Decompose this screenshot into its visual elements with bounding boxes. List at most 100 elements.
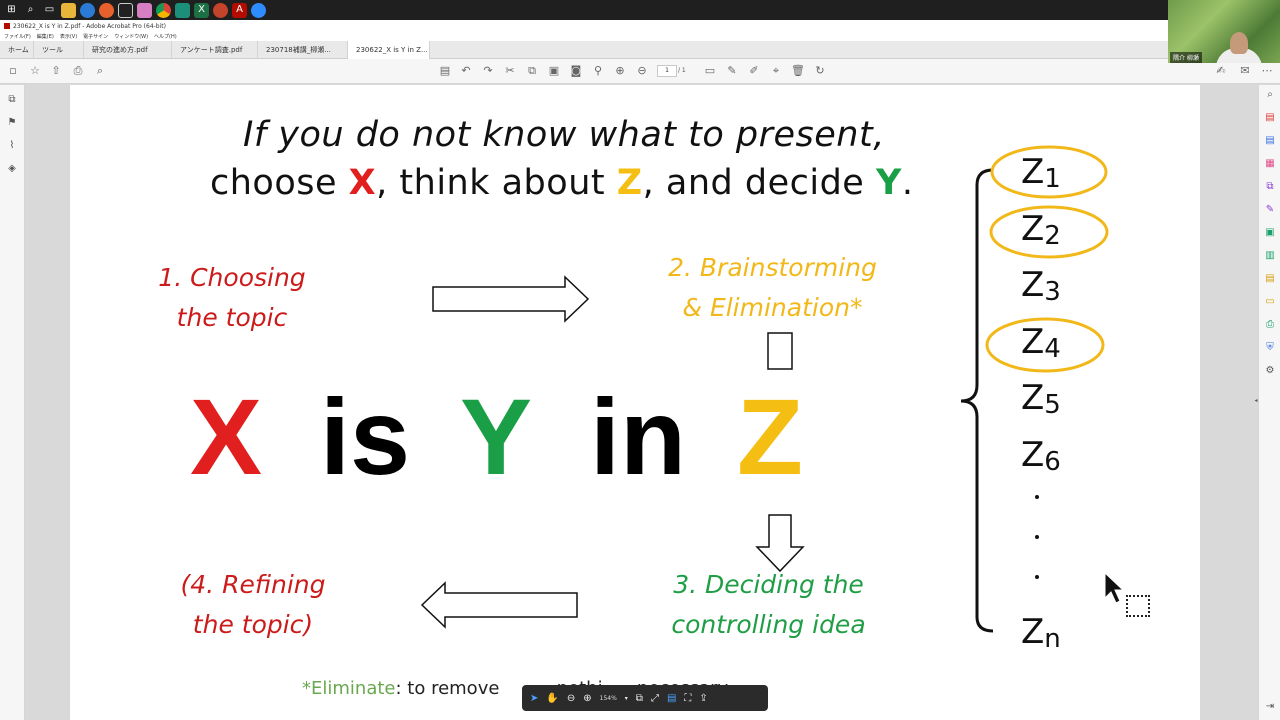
page-view-icon[interactable]: ⧉ — [636, 693, 643, 704]
select-cursor-icon[interactable]: ➤ — [530, 693, 538, 704]
step-1-line-1: 1. Choosing — [158, 263, 306, 292]
paste-icon[interactable]: ▣ — [547, 64, 561, 78]
arrow-down-shape — [755, 514, 805, 573]
page-down-icon[interactable]: ⊖ — [635, 64, 649, 78]
zoom-in-icon[interactable]: ⊕ — [583, 693, 591, 704]
highlight-icon[interactable]: ✐ — [747, 64, 761, 78]
slide-title-line-1: If you do not know what to present, — [243, 115, 885, 155]
menu-edit[interactable]: 編集(E) — [37, 33, 54, 40]
bookmarks-icon[interactable]: ⚑ — [6, 117, 18, 129]
zoom-icon[interactable] — [251, 2, 266, 18]
excel-icon[interactable]: X — [194, 2, 209, 18]
window-title-bar: 230622_X is Y in Z.pdf - Adobe Acrobat P… — [0, 20, 1168, 32]
print-production-icon[interactable]: ⎙ — [1264, 319, 1276, 331]
tab-document-active[interactable]: 230622_X is Y in Z... — [348, 41, 430, 59]
edit-pdf-icon[interactable]: ▤ — [438, 64, 452, 78]
edge-icon[interactable] — [80, 2, 95, 18]
powerpoint-icon[interactable] — [213, 2, 228, 18]
z-sub: n — [1044, 624, 1061, 654]
tab-document-2[interactable]: アンケート調査.pdf — [172, 41, 258, 59]
combine-icon[interactable]: ⧉ — [1264, 181, 1276, 193]
fill-sign-icon[interactable]: ✎ — [1264, 204, 1276, 216]
create-pdf-icon[interactable]: ▤ — [1264, 135, 1276, 147]
delete-icon[interactable]: 🗑 — [791, 64, 805, 78]
stamp-icon[interactable]: ⌖ — [769, 64, 783, 78]
floating-page-toolbar: ➤ ✋ ⊖ ⊕ 154% ▾ ⧉ ⤢ ▤ ⛶ ⇪ — [522, 685, 768, 711]
menu-esign[interactable]: 電子サイン — [83, 33, 108, 40]
save-icon[interactable]: ▫ — [6, 64, 20, 78]
bookmark-star-icon[interactable]: ☆ — [28, 64, 42, 78]
more-icon[interactable]: ⋯ — [1260, 64, 1274, 78]
layers-icon[interactable]: ◈ — [6, 163, 18, 175]
z-base: Z — [1021, 612, 1045, 652]
scan-icon[interactable]: ▥ — [1264, 250, 1276, 262]
inkscape-icon[interactable] — [118, 2, 133, 18]
menu-help[interactable]: ヘルプ(H) — [154, 33, 177, 40]
expand-panel-icon[interactable]: ⇥ — [1264, 701, 1276, 713]
find-icon[interactable]: ⚲ — [591, 64, 605, 78]
mouse-pointer-icon — [1104, 572, 1125, 604]
export-pdf-icon[interactable]: ▤ — [1264, 112, 1276, 124]
acrobat-icon[interactable]: A — [232, 2, 247, 18]
app-icon[interactable] — [137, 2, 152, 18]
attachments-icon[interactable]: ⌇ — [6, 140, 18, 152]
zoom-dropdown-icon[interactable]: ▾ — [625, 695, 628, 702]
snapshot-icon[interactable]: ◙ — [569, 64, 583, 78]
search-icon[interactable]: ⌕ — [23, 3, 38, 18]
copy-icon[interactable]: ⧉ — [525, 64, 539, 78]
z-sub: 4 — [1044, 334, 1061, 364]
menu-file[interactable]: ファイル(F) — [4, 33, 31, 40]
pen-icon[interactable]: ✎ — [725, 64, 739, 78]
protect-icon[interactable]: ⛨ — [1264, 342, 1276, 354]
page-thumbnails-icon[interactable]: ⧉ — [6, 94, 18, 106]
slide-title-line-2: choose X, think about Z, and decide Y. — [210, 163, 913, 203]
cut-icon[interactable]: ✂ — [503, 64, 517, 78]
more-tools-icon[interactable]: ⚙ — [1264, 365, 1276, 377]
zoom-out-icon[interactable]: ⊖ — [567, 693, 575, 704]
title-z: Z — [616, 163, 643, 203]
app-green-icon[interactable] — [175, 2, 190, 18]
print-icon[interactable]: ⎙ — [71, 64, 85, 78]
task-view-icon[interactable]: ▭ — [42, 3, 57, 18]
page-up-icon[interactable]: ⊕ — [613, 64, 627, 78]
email-icon[interactable]: ✉ — [1238, 64, 1252, 78]
windows-start-icon[interactable]: ⊞ — [4, 3, 19, 18]
organize-icon[interactable]: ▣ — [1264, 227, 1276, 239]
tab-document-3[interactable]: 230718補講_柳瀬... — [258, 41, 348, 59]
rotate-icon[interactable]: ↻ — [813, 64, 827, 78]
tab-document-1[interactable]: 研究の進め方.pdf — [84, 41, 172, 59]
redo-icon[interactable]: ↷ — [481, 64, 495, 78]
zoom-level[interactable]: 154% — [600, 695, 617, 702]
edit-tool-icon[interactable]: ▦ — [1264, 158, 1276, 170]
comment-tool-icon[interactable]: ▭ — [1264, 296, 1276, 308]
compress-icon[interactable]: ▤ — [1264, 273, 1276, 285]
zoom-search-icon[interactable]: ⌕ — [93, 64, 107, 78]
z-sub: 2 — [1044, 221, 1061, 251]
title-text: , and decide — [642, 163, 876, 203]
upload-icon[interactable]: ⇧ — [49, 64, 63, 78]
hand-tool-icon[interactable]: ✋ — [546, 693, 558, 704]
sign-icon[interactable]: ✍ — [1214, 64, 1228, 78]
zoom-tool-icon[interactable]: ⌕ — [1264, 89, 1276, 101]
z-base: Z — [1021, 378, 1045, 418]
fit-page-icon[interactable]: ⤢ — [651, 693, 659, 704]
comment-icon[interactable]: ▭ — [703, 64, 717, 78]
z-item-3: Z3 — [1021, 265, 1061, 308]
windows-taskbar: ⊞ ⌕ ▭ X A — [0, 0, 1280, 20]
firefox-icon[interactable] — [99, 2, 114, 18]
big-word-is: is — [320, 376, 411, 497]
explorer-icon[interactable] — [61, 2, 76, 18]
arrow-right-shape — [432, 275, 590, 323]
menu-window[interactable]: ウィンドウ(W) — [114, 33, 148, 40]
collapse-right-icon[interactable]: ◂ — [1250, 395, 1262, 407]
page-number-input[interactable]: 1 — [657, 65, 677, 77]
chrome-icon[interactable] — [156, 2, 171, 18]
undo-icon[interactable]: ↶ — [459, 64, 473, 78]
menu-view[interactable]: 表示(V) — [60, 33, 77, 40]
tab-home[interactable]: ホーム — [0, 41, 34, 59]
full-screen-icon[interactable]: ⛶ — [684, 693, 691, 704]
webcam-thumbnail: 隅介 柳瀬 — [1168, 0, 1280, 63]
tab-tools[interactable]: ツール — [34, 41, 84, 59]
fit-width-icon[interactable]: ▤ — [667, 693, 676, 704]
share-icon[interactable]: ⇪ — [699, 693, 707, 704]
